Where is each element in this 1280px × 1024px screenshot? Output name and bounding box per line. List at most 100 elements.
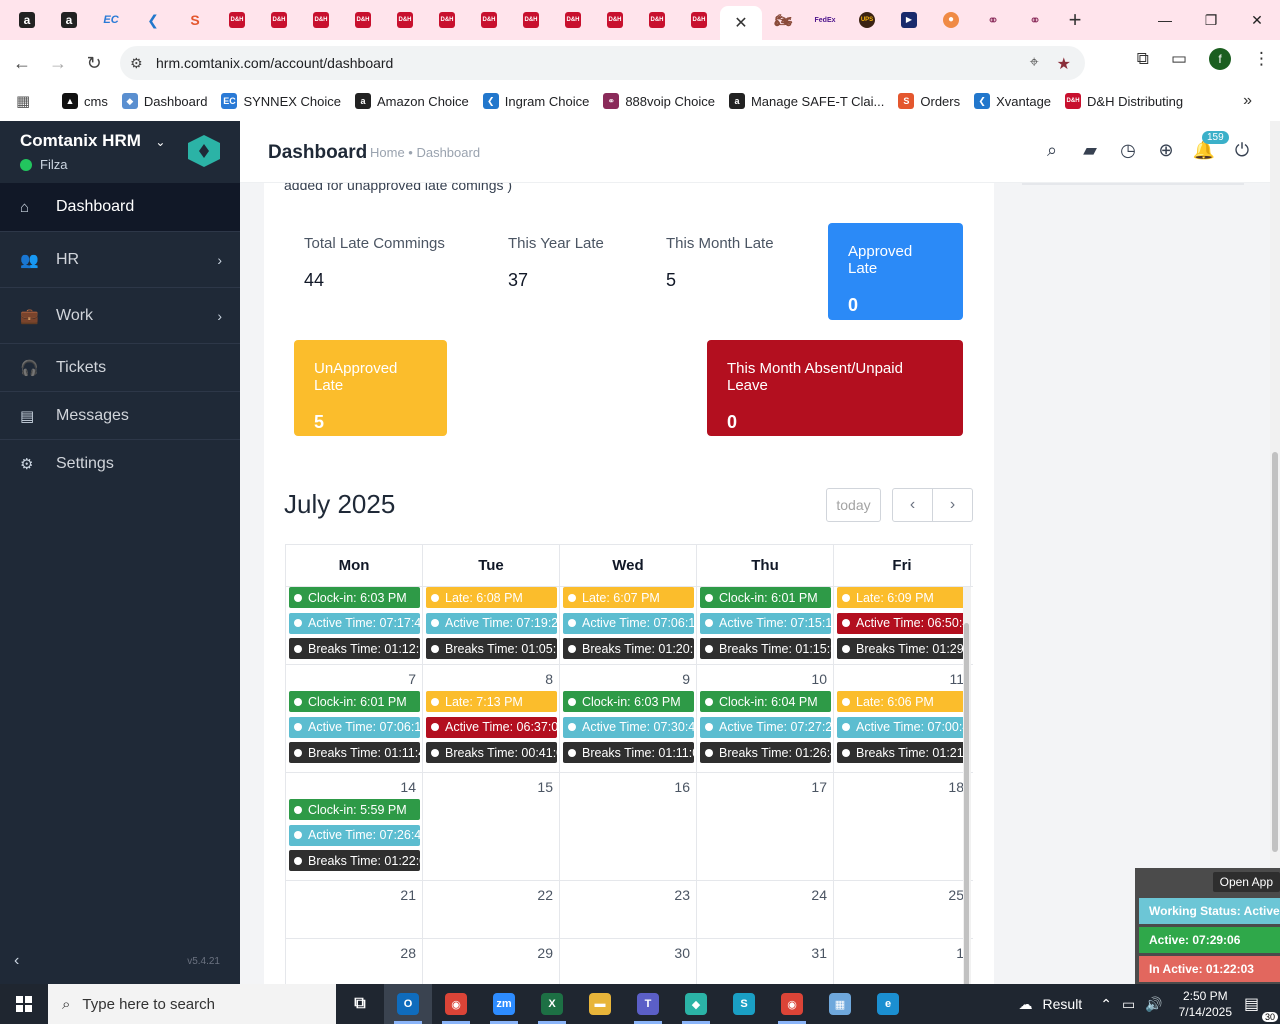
day-number[interactable]: 7 bbox=[408, 671, 416, 687]
network-icon[interactable]: ▭ bbox=[1122, 996, 1135, 1013]
browser-tab[interactable]: ⚭ bbox=[1014, 0, 1056, 40]
day-number[interactable]: 14 bbox=[400, 779, 416, 795]
browser-tab[interactable]: D&H bbox=[216, 0, 258, 40]
taskbar-app[interactable]: ◉ bbox=[768, 984, 816, 1024]
page-scroll-thumb[interactable] bbox=[1272, 452, 1278, 852]
attendance-event[interactable]: Breaks Time: 01:22:04 bbox=[289, 850, 420, 871]
day-number[interactable]: 16 bbox=[674, 779, 690, 795]
chevron-up-icon[interactable]: ⌃ bbox=[1100, 996, 1112, 1013]
attendance-event[interactable]: Late: 6:09 PM bbox=[837, 587, 968, 608]
attendance-event[interactable]: Active Time: 07:00:41 bbox=[837, 716, 968, 738]
attendance-event[interactable]: Clock-in: 5:59 PM bbox=[289, 799, 420, 820]
browser-tab[interactable]: ❮ bbox=[132, 0, 174, 40]
back-button[interactable]: ← bbox=[4, 45, 40, 81]
bookmark-item[interactable]: a Amazon Choice bbox=[355, 93, 469, 109]
calendar-day-cell[interactable]: 10 Clock-in: 6:04 PM Active Time: 07:27:28… bbox=[697, 665, 834, 772]
day-number[interactable]: 24 bbox=[811, 887, 827, 903]
calendar-day-cell[interactable]: 28 bbox=[286, 939, 423, 984]
sidebar-item-messages[interactable]: ▤ Messages bbox=[0, 391, 240, 439]
taskbar-app[interactable]: S bbox=[720, 984, 768, 1024]
new-tab-button[interactable]: + bbox=[1056, 0, 1094, 40]
breadcrumb[interactable]: Home • Dashboard bbox=[370, 145, 480, 160]
taskbar-app[interactable]: ◆ bbox=[672, 984, 720, 1024]
clock-icon[interactable]: ◷ bbox=[1118, 139, 1138, 161]
attendance-event[interactable]: Active Time: 07:17:43 bbox=[289, 612, 420, 634]
bookmark-item[interactable]: ❮ Xvantage bbox=[974, 93, 1051, 109]
bookmark-item[interactable]: ▲ cms bbox=[62, 93, 108, 109]
calendar-day-cell[interactable]: 1 bbox=[834, 939, 971, 984]
today-button[interactable]: today bbox=[826, 488, 881, 522]
calendar-day-cell[interactable]: 23 bbox=[560, 881, 697, 938]
calendar-day-cell[interactable]: Late: 6:07 PM Active Time: 07:06:16 Breaks… bbox=[560, 587, 697, 664]
browser-tab[interactable]: a bbox=[48, 0, 90, 40]
clock[interactable]: 2:50 PM 7/14/2025 bbox=[1179, 988, 1232, 1020]
calendar-day-cell[interactable]: 16 bbox=[560, 773, 697, 880]
url-field[interactable]: ⚙ hrm.comtanix.com/account/dashboard ⌖ ★ bbox=[120, 46, 1085, 80]
calendar-day-cell[interactable]: 29 bbox=[423, 939, 560, 984]
bookmark-item[interactable]: D&H D&H Distributing bbox=[1065, 93, 1183, 109]
attendance-event[interactable]: Active Time: 06:37:07 bbox=[426, 716, 557, 738]
browser-tab[interactable]: D&H bbox=[300, 0, 342, 40]
extensions-icon[interactable]: ⧉ bbox=[1137, 49, 1149, 69]
browser-tab[interactable]: a bbox=[6, 0, 48, 40]
bell-icon[interactable]: 🔔 159 bbox=[1193, 131, 1229, 161]
calendar-day-cell[interactable]: 24 bbox=[697, 881, 834, 938]
sidebar-item-tickets[interactable]: 🎧 Tickets bbox=[0, 343, 240, 391]
bookmark-star-icon[interactable]: ★ bbox=[1057, 54, 1071, 74]
day-number[interactable]: 22 bbox=[537, 887, 553, 903]
location-pin-icon[interactable]: ⌖ bbox=[1030, 54, 1039, 74]
attendance-event[interactable]: Breaks Time: 01:29:31 bbox=[837, 638, 968, 659]
attendance-event[interactable]: Breaks Time: 00:41:02 bbox=[426, 742, 557, 763]
day-number[interactable]: 8 bbox=[545, 671, 553, 687]
attendance-event[interactable]: Breaks Time: 01:05:14 bbox=[426, 638, 557, 659]
power-icon[interactable]: ⏻ bbox=[1232, 139, 1252, 161]
attendance-event[interactable]: Clock-in: 6:03 PM bbox=[289, 587, 420, 608]
browser-tab[interactable]: D&H bbox=[342, 0, 384, 40]
bookmark-item[interactable]: S Orders bbox=[898, 93, 960, 109]
taskbar-app[interactable]: O bbox=[384, 984, 432, 1024]
attendance-event[interactable]: Breaks Time: 01:20:19 bbox=[563, 638, 694, 659]
calendar-day-cell[interactable]: 14 Clock-in: 5:59 PM Active Time: 07:26:48… bbox=[286, 773, 423, 880]
absent-unpaid-tile[interactable]: This Month Absent/Unpaid Leave 0 bbox=[707, 340, 963, 436]
day-number[interactable]: 10 bbox=[811, 671, 827, 687]
notifications-icon[interactable]: ▤ 30 bbox=[1244, 994, 1278, 1022]
more-bookmarks-icon[interactable]: » bbox=[1243, 92, 1252, 110]
taskbar-app[interactable]: X bbox=[528, 984, 576, 1024]
day-number[interactable]: 25 bbox=[948, 887, 964, 903]
search-icon[interactable]: ⌕ bbox=[1042, 139, 1062, 161]
forward-button[interactable]: → bbox=[40, 45, 76, 81]
day-number[interactable]: 17 bbox=[811, 779, 827, 795]
bookmark-item[interactable]: a Manage SAFE-T Clai... bbox=[728, 93, 884, 109]
unapproved-late-tile[interactable]: UnApproved Late 5 bbox=[294, 340, 447, 436]
browser-menu-icon[interactable]: ⋮ bbox=[1253, 49, 1270, 69]
chevron-down-icon[interactable]: ⌄ bbox=[155, 135, 165, 149]
volume-icon[interactable]: 🔊 bbox=[1145, 996, 1162, 1013]
taskbar-search[interactable]: ⌕ Type here to search bbox=[48, 984, 336, 1024]
day-number[interactable]: 23 bbox=[674, 887, 690, 903]
attendance-event[interactable]: Active Time: 06:50:41 bbox=[837, 612, 968, 634]
day-number[interactable]: 31 bbox=[811, 945, 827, 961]
sidebar-item-hr[interactable]: 👥 HR › bbox=[0, 231, 240, 287]
bookmark-item[interactable]: ◆ Dashboard bbox=[121, 93, 207, 109]
sidebar-item-dashboard[interactable]: ⌂ Dashboard bbox=[0, 183, 240, 231]
restore-button[interactable]: ❐ bbox=[1188, 0, 1234, 40]
collapse-sidebar-icon[interactable]: ‹ bbox=[14, 952, 19, 970]
day-number[interactable]: 18 bbox=[948, 779, 964, 795]
attendance-event[interactable]: Clock-in: 6:01 PM bbox=[289, 691, 420, 712]
day-number[interactable]: 28 bbox=[400, 945, 416, 961]
next-month-button[interactable]: › bbox=[932, 488, 973, 522]
approved-late-tile[interactable]: Approved Late 0 bbox=[828, 223, 963, 320]
calendar-day-cell[interactable]: 30 bbox=[560, 939, 697, 984]
browser-tab[interactable]: D&H bbox=[468, 0, 510, 40]
browser-tab[interactable]: ▶ bbox=[888, 0, 930, 40]
attendance-event[interactable]: Late: 6:07 PM bbox=[563, 587, 694, 608]
taskbar-app[interactable]: zm bbox=[480, 984, 528, 1024]
browser-tab[interactable]: UPS bbox=[846, 0, 888, 40]
calendar-day-cell[interactable]: 21 bbox=[286, 881, 423, 938]
day-number[interactable]: 21 bbox=[400, 887, 416, 903]
taskbar-app[interactable]: e bbox=[864, 984, 912, 1024]
browser-tab[interactable]: EC bbox=[90, 0, 132, 40]
site-settings-icon[interactable]: ⚙ bbox=[130, 55, 156, 72]
calendar-day-cell[interactable]: 8 Late: 7:13 PM Active Time: 06:37:07 Break… bbox=[423, 665, 560, 772]
apps-grid-icon[interactable]: ▦ bbox=[16, 92, 42, 110]
